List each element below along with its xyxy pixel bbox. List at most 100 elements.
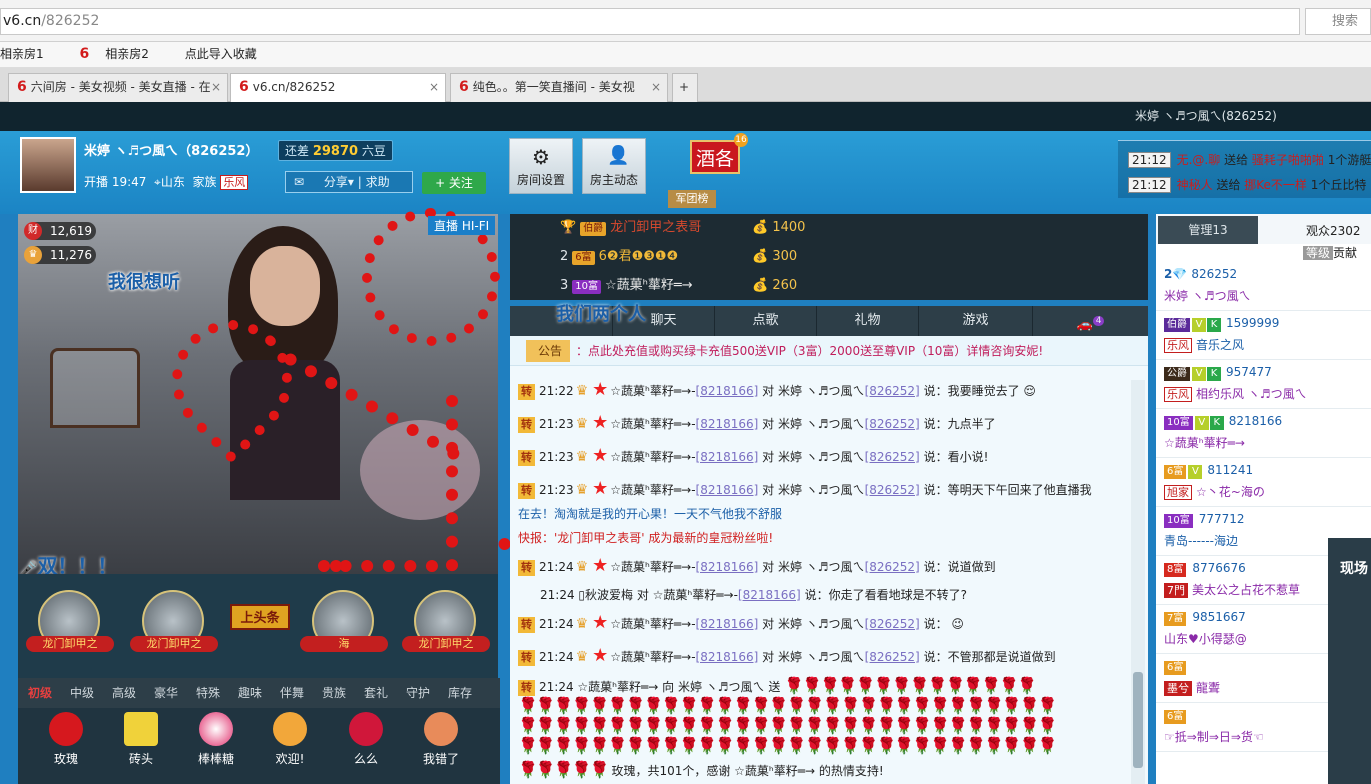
gift-item[interactable]: 么么 [342,712,390,767]
tab-song[interactable]: 点歌 [714,306,816,336]
gift-tab[interactable]: 库存 [448,678,472,708]
url-path: /826252 [41,13,100,29]
gift-item[interactable]: 棒棒糖 [192,712,240,767]
diff-badge: 还差 29870 六豆 [278,140,393,161]
user-row[interactable]: 伯爵 V K 1599999 乐风 音乐之风 [1156,311,1371,360]
legion-rank-button[interactable]: 军团榜 [668,190,716,208]
location-icon: ⌖ [154,175,161,189]
wealth-count: 财 12,619 [24,222,96,240]
chat-scroll-thumb[interactable] [1133,672,1143,768]
host-avatar[interactable] [20,137,76,193]
bookmark-1[interactable]: 相亲房1 [0,47,60,61]
gift-tab[interactable]: 特殊 [196,678,220,708]
brick-icon [124,712,158,746]
gift-tab[interactable]: 套礼 [364,678,388,708]
overlay-text: 我很想听 [108,272,180,293]
mail-icon[interactable]: ✉ [294,175,304,189]
welcome-icon [273,712,307,746]
gift-tabs: 初级 中级 高级 豪华 特殊 趣味 伴舞 贵族 套礼 守护 库存 [18,678,500,710]
diamond-icon: 💎 [1172,267,1188,281]
coin-icon: 💰 [752,249,769,264]
tab-gift[interactable]: 礼物 [816,306,918,336]
gift-tab[interactable]: 高级 [112,678,136,708]
sort-header: 等级 贡献 [1303,244,1357,261]
sort-contribution[interactable]: 贡献 [1333,246,1357,260]
six-logo-icon: 6 [239,79,249,95]
tab-manage[interactable]: 管理13 [1158,216,1258,244]
tab-2-active[interactable]: 6 v6.cn/826252 × [230,73,446,103]
site-top-bar: 米婷 ヽ♬つ風ㄟ(826252) [0,102,1371,131]
ticker-item: 21:12 无.@.聊 送给 骚耗子啪啪啪 1个游艇 [1128,151,1371,168]
close-icon[interactable]: × [651,74,661,100]
user-row[interactable]: 10富 V K 8218166 ☆蔬菓ʰ蕐籽═→ [1156,409,1371,458]
browser-search-input[interactable]: 搜索 [1305,8,1371,35]
sorry-icon [424,712,458,746]
host-news-button[interactable]: 👤 房主动态 [582,138,646,194]
car-tab[interactable]: 🚗 4 [1032,306,1148,336]
six-logo-icon: 6 [79,46,90,62]
tab-1[interactable]: 6 六间房 - 美女视频 - 美女直播 - 在 × [8,73,228,102]
rose-row: 🌹🌹🌹🌹🌹🌹🌹🌹🌹🌹🌹🌹🌹🌹🌹🌹🌹🌹🌹🌹🌹🌹🌹🌹🌹🌹🌹🌹🌹🌹 [518,696,1058,715]
chat-message: 转 21:22 ♛ ★ ☆蔬菓ʰ蕐籽═→-[8218166] 对 米婷 ヽ♬つ風ㄟ[82… [518,380,1036,401]
family-badge[interactable]: 乐风 [220,175,249,190]
bookmarks-bar: 相亲房1 6 相亲房2 点此导入收藏 [0,42,1371,68]
user-row[interactable]: 2💎 826252 米婷 ヽ♬つ風ㄟ [1156,262,1371,311]
share-button[interactable]: 分享 [324,175,348,189]
trophy-icon: 🏆 [560,220,577,235]
gift-item[interactable]: 欢迎! [266,712,314,767]
chat-message: 转 21:24 ♛ ★ ☆蔬菓ʰ蕐籽═→-[8218166] 对 米婷 ヽ♬つ風ㄟ[82… [518,613,964,634]
logged-user[interactable]: 米婷 ヽ♬つ風ㄟ(826252) [1135,102,1277,131]
crown-icon: ♛ [24,246,42,264]
room-settings-button[interactable]: ⚙ 房间设置 [509,138,573,194]
rank-row[interactable]: 🏆 伯爵 龙门卸甲之表哥 [560,215,701,241]
guard-label: 龙门卸甲之 [402,636,490,652]
flash-news: 快报：'龙门卸甲之表哥' 成为最新的皇冠粉丝啦! [518,531,774,545]
user-row[interactable]: 6富 V 811241 旭家 ☆丶花~海の [1156,458,1371,507]
ticker-item: 21:12 神秘人 送给 挪Ke不一样 1个丘比特 [1128,176,1366,193]
gift-tab[interactable]: 中级 [70,678,94,708]
chat-message: 转 21:23 ♛ ★ ☆蔬菓ʰ蕐籽═→-[8218166] 对 米婷 ヽ♬つ風ㄟ[82… [518,413,996,434]
gift-item[interactable]: 砖头 [117,712,165,767]
rose-row: 🌹🌹🌹🌹🌹🌹🌹🌹🌹🌹🌹🌹🌹🌹🌹🌹🌹🌹🌹🌹🌹🌹🌹🌹🌹🌹🌹🌹🌹🌹 [518,736,1058,755]
close-icon[interactable]: × [211,74,221,100]
address-input[interactable]: v6.cn/826252 [0,8,1300,35]
gift-tab[interactable]: 趣味 [238,678,262,708]
chat-message: 转 21:24 ♛ ★ ☆蔬菓ʰ蕐籽═→-[8218166] 对 米婷 ヽ♬つ風ㄟ[82… [518,556,996,577]
chat-message: 21:24 ▯秋波爱梅 对 ☆蔬菓ʰ蕐籽═→-[8218166] 说：你走了看看… [540,588,967,602]
chat-message: 转 21:24 ♛ ★ ☆蔬菓ʰ蕐籽═→-[8218166] 对 米婷 ヽ♬つ風ㄟ[82… [518,646,1056,667]
gift-tab[interactable]: 伴舞 [280,678,304,708]
close-icon[interactable]: × [429,74,439,100]
user-row[interactable]: 公爵 V K 957477 乐风 相约乐风 ヽ♬つ風ㄟ [1156,360,1371,409]
headline-button[interactable]: 上头条 [230,604,290,630]
tab-game[interactable]: 游戏 [918,306,1032,336]
gift-message: 转 21:24 ☆蔬菓ʰ蕐籽═→ 向 米婷 ヽ♬つ風ㄟ 送 🌹🌹🌹🌹🌹🌹🌹🌹🌹🌹🌹… [518,676,1037,697]
gear-icon: ⚙ [532,145,550,169]
lollipop-icon [199,712,233,746]
rank-row[interactable]: 3 10富 ☆蔬菓ʰ蕐籽═→ [560,273,693,299]
gift-ticker: 21:12 无.@.聊 送给 骚耗子啪啪啪 1个游艇 21:12 神秘人 送给 挪K… [1118,140,1371,198]
bookmark-2[interactable]: 6 相亲房2 [79,46,164,62]
new-tab-button[interactable]: + [672,73,698,102]
host-name: 米婷 ヽ♬つ風ㄟ（826252） [84,144,259,159]
sort-level[interactable]: 等级 [1303,246,1334,260]
jiu-ge-badge[interactable]: 酒各 [690,140,740,174]
bookmark-import[interactable]: 点此导入收藏 [185,47,257,61]
rank-value: 💰 300 [752,249,798,264]
gift-tab[interactable]: 贵族 [322,678,346,708]
six-logo-icon: 6 [17,79,27,95]
guard-label: 龙门卸甲之 [26,636,114,652]
gift-tab[interactable]: 初级 [28,678,53,710]
notice-text[interactable]: ：点此处充值或购买绿卡充值500送VIP（3富）2000送至尊VIP（10富）详… [576,344,1043,358]
side-live-tab[interactable]: 现场 [1328,538,1371,784]
gift-tab[interactable]: 守护 [406,678,430,708]
gift-tab[interactable]: 豪华 [154,678,178,708]
follow-button[interactable]: + 关注 [422,172,486,194]
gift-item[interactable]: 玫瑰 [42,712,90,767]
tab-audience[interactable]: 观众2302 [1306,222,1361,239]
tab-3[interactable]: 6 纯色。。第一笑直播间 - 美女视 × [450,73,668,102]
gift-item[interactable]: 我错了 [417,712,465,767]
help-button[interactable]: 求助 [366,175,390,189]
rank-row[interactable]: 2 6富 6❷君❶❸❶❹ [560,244,678,270]
coin-icon: 💰 [752,220,769,235]
notice-bar: 公告 ：点此处充值或购买绿卡充值500送VIP（3富）2000送至尊VIP（10富… [510,336,1148,366]
